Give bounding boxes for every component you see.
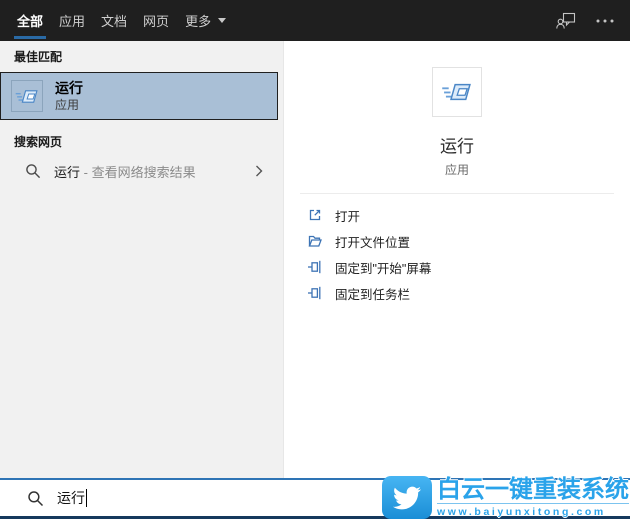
- best-match-text: 运行 应用: [55, 80, 83, 112]
- web-search-header: 搜索网页: [14, 135, 63, 149]
- web-result-suffix: - 查看网络搜索结果: [80, 164, 196, 180]
- search-input-value: 运行: [57, 490, 85, 506]
- web-search-result[interactable]: 运行 - 查看网络搜索结果: [0, 156, 283, 186]
- best-match-subtitle: 应用: [55, 98, 80, 112]
- topbar-right-icons: [556, 12, 614, 30]
- action-open-file-location-label: 打开文件位置: [335, 235, 411, 250]
- best-match-title: 运行: [55, 80, 83, 96]
- windows-search-flyout: 全部 应用 文档 网页 更多 最佳匹配 运行 应用 搜索网页 运行 - 查看网络…: [0, 0, 630, 519]
- open-icon: [307, 207, 323, 223]
- detail-divider: [300, 193, 614, 194]
- filter-tabs: 全部 应用 文档 网页 更多: [13, 0, 242, 41]
- action-open-file-location[interactable]: 打开文件位置: [307, 228, 630, 254]
- tab-all[interactable]: 全部: [13, 0, 47, 41]
- chevron-down-icon: [218, 18, 227, 23]
- watermark-url: www.baiyunxitong.com: [437, 503, 629, 519]
- pin-icon: [307, 285, 323, 301]
- action-open-label: 打开: [335, 209, 361, 224]
- action-pin-to-start-label: 固定到"开始"屏幕: [335, 261, 432, 276]
- run-app-icon: [11, 80, 43, 112]
- results-list-pane: 最佳匹配 运行 应用 搜索网页 运行 - 查看网络搜索结果: [0, 41, 284, 478]
- app-subtitle: 应用: [444, 163, 469, 177]
- best-match-result-run[interactable]: 运行 应用: [0, 72, 278, 120]
- app-actions: 打开 打开文件位置 固定到"开始"屏幕 固定到任务栏: [284, 202, 630, 306]
- search-filter-tabbar: 全部 应用 文档 网页 更多: [0, 0, 630, 41]
- best-match-header: 最佳匹配: [14, 50, 63, 64]
- search-results-area: 最佳匹配 运行 应用 搜索网页 运行 - 查看网络搜索结果 运行 应用 打开 打…: [0, 41, 630, 478]
- web-result-query: 运行: [54, 164, 81, 180]
- action-pin-to-taskbar[interactable]: 固定到任务栏: [307, 280, 630, 306]
- tab-all-label: 全部: [17, 14, 44, 29]
- tab-apps[interactable]: 应用: [59, 0, 85, 41]
- action-open[interactable]: 打开: [307, 202, 630, 228]
- web-result-text: 运行 - 查看网络搜索结果: [54, 162, 196, 181]
- text-cursor: [86, 489, 87, 507]
- folder-location-icon: [307, 233, 323, 249]
- pin-icon: [307, 259, 323, 275]
- run-app-icon-large: [432, 67, 482, 117]
- tab-more[interactable]: 更多: [185, 0, 227, 41]
- tab-apps-label: 应用: [59, 14, 86, 29]
- more-options-icon[interactable]: [596, 19, 614, 23]
- search-icon: [25, 163, 41, 179]
- action-pin-to-start[interactable]: 固定到"开始"屏幕: [307, 254, 630, 280]
- bird-logo-icon: [382, 476, 432, 519]
- tab-web[interactable]: 网页: [143, 0, 169, 41]
- app-title: 运行: [440, 137, 474, 156]
- chevron-right-icon[interactable]: [255, 165, 263, 177]
- tab-documents[interactable]: 文档: [101, 0, 127, 41]
- watermark: 白云一键重装系统 www.baiyunxitong.com: [382, 476, 629, 519]
- search-icon: [27, 490, 44, 507]
- tab-more-label: 更多: [185, 14, 212, 29]
- action-pin-to-taskbar-label: 固定到任务栏: [335, 287, 411, 302]
- feedback-icon[interactable]: [556, 12, 576, 30]
- result-detail-pane: 运行 应用 打开 打开文件位置 固定到"开始"屏幕 固定到任务栏: [284, 41, 630, 478]
- tab-documents-label: 文档: [101, 14, 128, 29]
- tab-web-label: 网页: [143, 14, 170, 29]
- watermark-text: 白云一键重装系统 www.baiyunxitong.com: [437, 476, 629, 519]
- watermark-brand: 白云一键重装系统: [437, 476, 629, 503]
